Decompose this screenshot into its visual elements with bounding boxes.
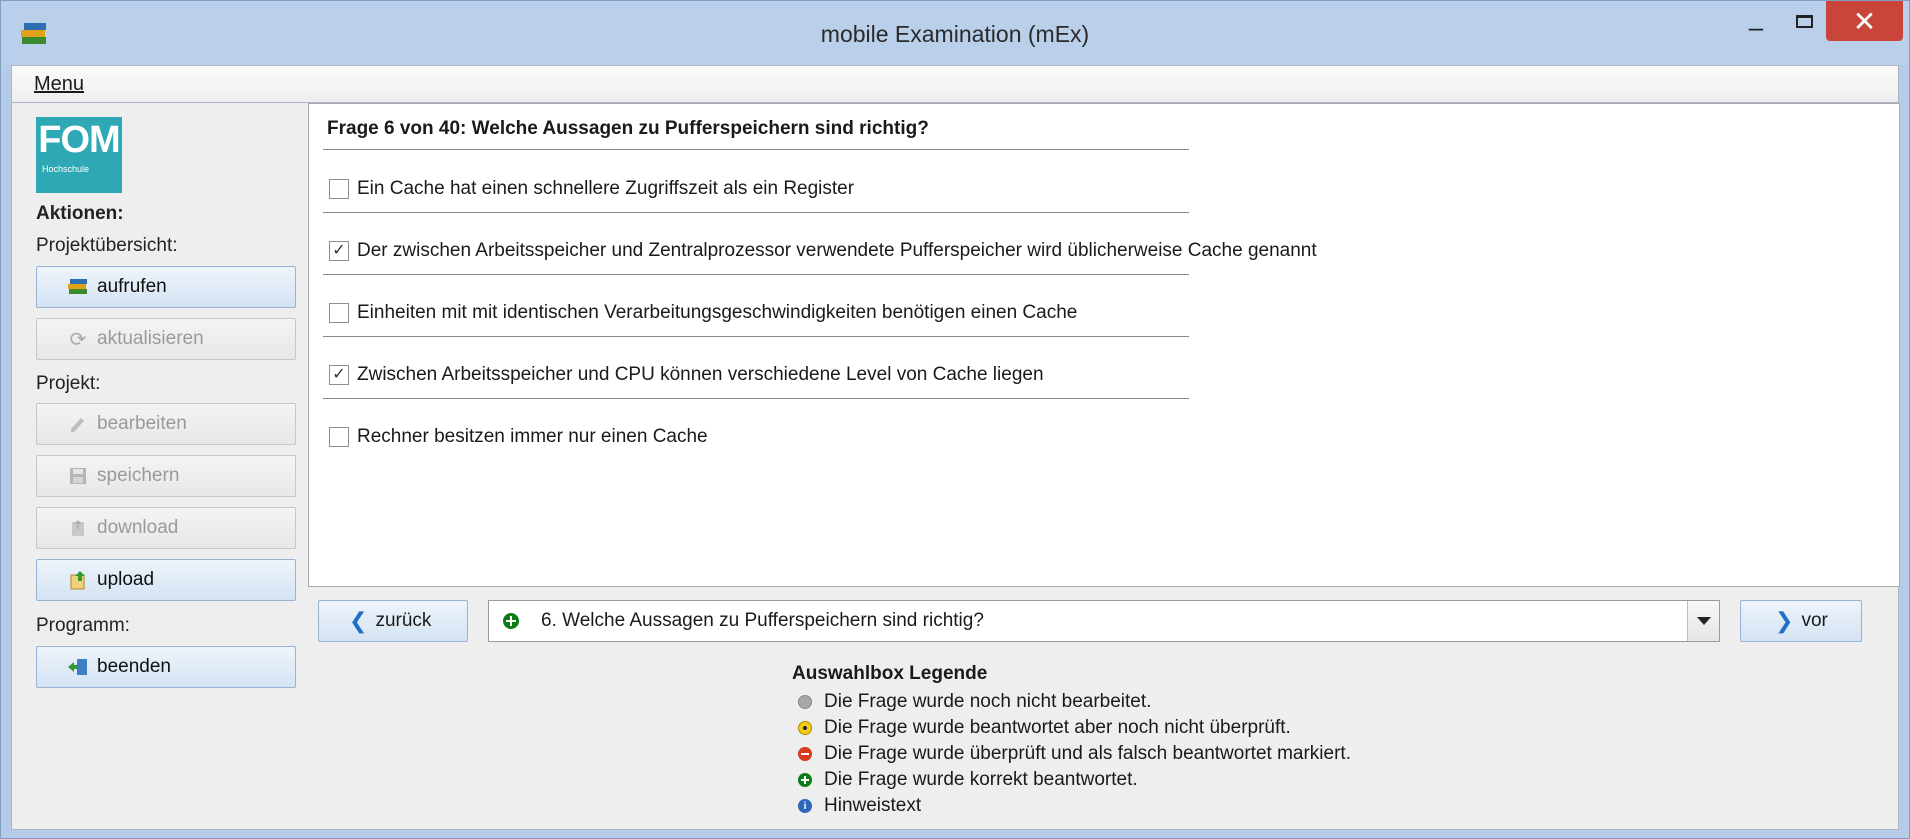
next-label: vor (1801, 610, 1828, 631)
legend-item-hint: i Hinweistext (798, 795, 921, 817)
answer-option-5[interactable]: Rechner besitzen immer nur einen Cache (329, 426, 708, 448)
separator (323, 274, 1189, 276)
selected-question-text: 6. Welche Aussagen zu Pufferspeichern si… (541, 610, 984, 631)
menu-label: Menu (34, 73, 85, 95)
minimize-button[interactable]: – (1736, 7, 1776, 47)
programm-label: Programm: (36, 615, 130, 636)
fom-logo: FOM Hochschule (36, 117, 122, 193)
checkbox[interactable] (329, 179, 349, 199)
answer-label: Ein Cache hat einen schnellere Zugriffsz… (357, 178, 855, 199)
bearbeiten-label: bearbeiten (97, 413, 187, 434)
projektuebersicht-label: Projektübersicht: (36, 235, 178, 256)
logo-text: FOM (38, 119, 120, 161)
title-bar: mobile Examination (mEx) – ✕ (1, 1, 1909, 65)
legend-item-correct: Die Frage wurde korrekt beantwortet. (798, 769, 1138, 791)
legend-item-wrong: Die Frage wurde überprüft und als falsch… (798, 743, 1351, 765)
checkbox-checked[interactable]: ✓ (329, 241, 349, 261)
answer-option-1[interactable]: Ein Cache hat einen schnellere Zugriffsz… (329, 178, 854, 200)
exit-door-icon (67, 657, 89, 677)
app-window: mobile Examination (mEx) – ✕ Menu FOM Ho… (0, 0, 1910, 839)
books-icon (67, 277, 89, 297)
close-icon: ✕ (1852, 5, 1877, 37)
legend-item-answered: Die Frage wurde beantwortet aber noch ni… (798, 717, 1291, 739)
bearbeiten-button[interactable]: bearbeiten (36, 403, 296, 445)
legend-text: Hinweistext (824, 795, 922, 816)
yellow-circle-icon (798, 721, 812, 735)
back-button[interactable]: ❮ zurück (318, 600, 468, 642)
answer-option-3[interactable]: Einheiten mit mit identischen Verarbeitu… (329, 302, 1077, 324)
legend-text: Die Frage wurde überprüft und als falsch… (824, 743, 1351, 764)
download-icon (67, 518, 89, 538)
question-panel: Frage 6 von 40: Welche Aussagen zu Puffe… (308, 103, 1900, 587)
upload-button[interactable]: upload (36, 559, 296, 601)
aufrufen-button[interactable]: aufrufen (36, 266, 296, 308)
answer-option-2[interactable]: ✓ Der zwischen Arbeitsspeicher und Zentr… (329, 240, 1317, 262)
checkbox[interactable] (329, 427, 349, 447)
pencil-icon (67, 414, 89, 434)
checkbox[interactable] (329, 303, 349, 323)
menu-bar: Menu (11, 65, 1899, 103)
next-button[interactable]: ❯ vor (1740, 600, 1862, 642)
maximize-icon (1795, 14, 1813, 28)
close-button[interactable]: ✕ (1826, 1, 1903, 41)
menu-item-menu[interactable]: Menu (34, 73, 84, 96)
correct-status-icon (503, 613, 519, 629)
minimize-icon: – (1748, 11, 1764, 42)
beenden-button[interactable]: beenden (36, 646, 296, 688)
window-title: mobile Examination (mEx) (820, 21, 1090, 47)
back-label: zurück (375, 610, 432, 631)
green-plus-icon (798, 773, 812, 787)
answer-label: Einheiten mit mit identischen Verarbeitu… (357, 302, 1078, 323)
answer-label: Der zwischen Arbeitsspeicher und Zentral… (357, 240, 1317, 261)
grey-circle-icon (798, 695, 812, 709)
upload-label: upload (97, 569, 155, 590)
separator (323, 212, 1189, 214)
actions-heading: Aktionen: (36, 203, 124, 224)
aktualisieren-button[interactable]: ⟳ aktualisieren (36, 318, 296, 360)
separator (323, 149, 1189, 151)
question-title: Frage 6 von 40: Welche Aussagen zu Puffe… (327, 118, 929, 139)
chevron-down-icon (1696, 617, 1711, 625)
question-select[interactable]: 6. Welche Aussagen zu Pufferspeichern si… (488, 600, 1720, 642)
aktualisieren-label: aktualisieren (97, 328, 204, 349)
legend-item-not-edited: Die Frage wurde noch nicht bearbeitet. (798, 691, 1151, 713)
projekt-label: Projekt: (36, 373, 101, 394)
legend-text: Die Frage wurde korrekt beantwortet. (824, 769, 1138, 790)
client-area: FOM Hochschule Aktionen: Projektübersich… (11, 103, 1900, 830)
separator (323, 336, 1189, 338)
dropdown-arrow-button[interactable] (1687, 601, 1719, 641)
answer-label: Zwischen Arbeitsspeicher und CPU können … (357, 364, 1044, 385)
red-minus-icon (798, 747, 812, 761)
answer-label: Rechner besitzen immer nur einen Cache (357, 426, 708, 447)
info-icon: i (798, 799, 812, 813)
download-button[interactable]: download (36, 507, 296, 549)
legend-text: Die Frage wurde beantwortet aber noch ni… (824, 717, 1291, 738)
aufrufen-label: aufrufen (97, 276, 167, 297)
beenden-label: beenden (97, 656, 171, 677)
checkbox-checked[interactable]: ✓ (329, 365, 349, 385)
upload-icon (67, 570, 89, 590)
answer-option-4[interactable]: ✓ Zwischen Arbeitsspeicher und CPU könne… (329, 364, 1044, 386)
logo-subtext: Hochschule (42, 164, 90, 174)
floppy-disk-icon (67, 466, 89, 486)
download-label: download (97, 517, 179, 538)
refresh-icon: ⟳ (69, 328, 87, 351)
speichern-label: speichern (97, 465, 180, 486)
separator (323, 398, 1189, 400)
chevron-right-icon: ❯ (1775, 608, 1794, 633)
chevron-left-icon: ❮ (349, 608, 368, 633)
legend-text: Die Frage wurde noch nicht bearbeitet. (824, 691, 1152, 712)
speichern-button[interactable]: speichern (36, 455, 296, 497)
legend-title: Auswahlbox Legende (792, 663, 988, 684)
maximize-button[interactable] (1784, 1, 1824, 41)
